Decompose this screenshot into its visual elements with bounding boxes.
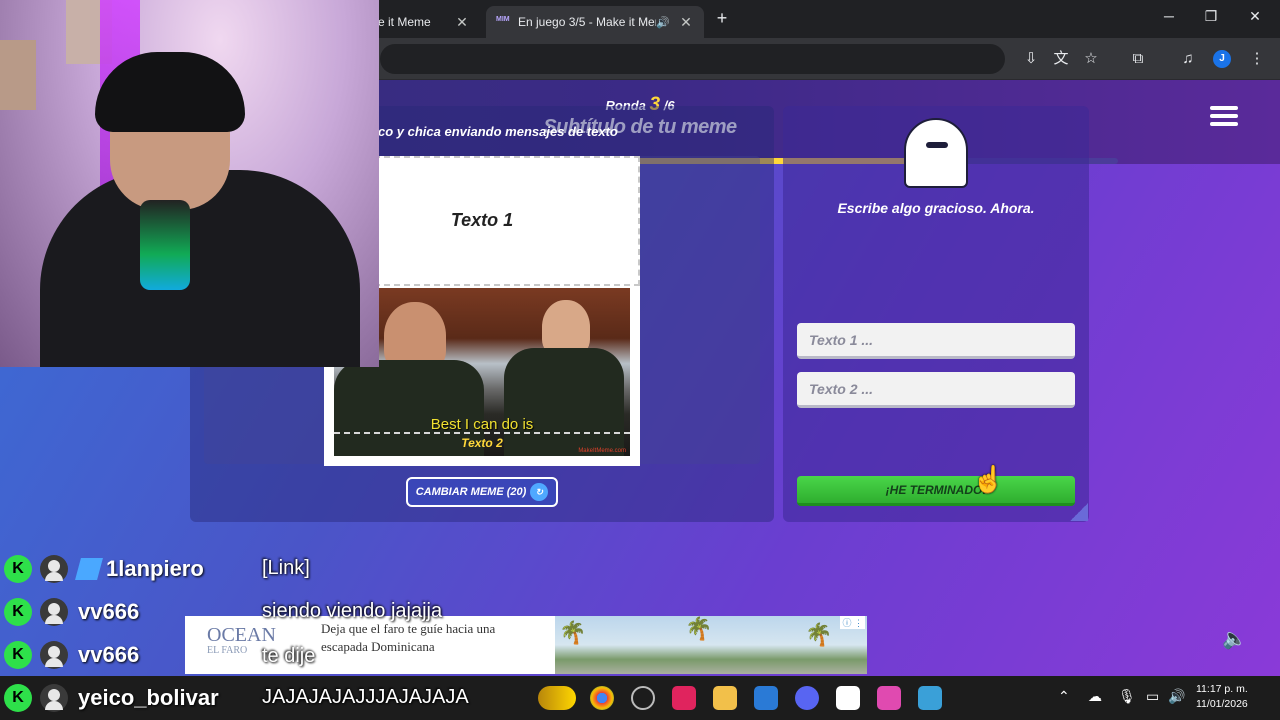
media-controls-icon[interactable]: ♫ xyxy=(1177,48,1199,70)
ad-image: 🌴 🌴 🌴 xyxy=(555,616,867,674)
ad-choices-icon[interactable]: ⓘ ⋮ xyxy=(840,616,865,629)
more-menu-icon[interactable]: ⋮ xyxy=(1246,48,1268,70)
clock-time: 11:17 p. m. xyxy=(1196,683,1248,695)
extensions-icon[interactable]: ⧉ xyxy=(1127,48,1149,70)
clock-date: 11/01/2026 xyxy=(1196,698,1248,710)
tab-title: e it Meme xyxy=(378,15,431,29)
taskbar-clock[interactable]: 11:17 p. m. 11/01/2026 xyxy=(1196,682,1248,712)
ad-text: Deja que el faro te guíe hacia una escap… xyxy=(321,621,496,654)
tab-en-juego[interactable]: MIM En juego 3/5 - Make it Meme 🔊 ✕ xyxy=(486,6,704,38)
obs-icon[interactable] xyxy=(631,686,655,710)
restore-icon[interactable]: ❐ xyxy=(1196,8,1226,30)
user-avatar-icon xyxy=(40,555,68,583)
address-bar[interactable] xyxy=(380,44,1005,74)
text2-input[interactable]: Texto 2 ... xyxy=(797,372,1075,408)
ad-logo-text: OCEAN xyxy=(207,624,276,646)
meme-title: co y chica enviando mensajes de texto xyxy=(378,124,618,139)
favicon-icon: MIM xyxy=(496,16,510,23)
bookmark-star-icon[interactable]: ☆ xyxy=(1080,48,1102,70)
tray-chevron-icon[interactable]: ⌃ xyxy=(1058,688,1070,705)
microphone-icon[interactable]: 🎙 xyxy=(1118,688,1136,705)
profile-avatar[interactable]: J xyxy=(1213,50,1231,68)
user-avatar-icon xyxy=(40,641,68,669)
done-button[interactable]: ¡HE TERMINADO! xyxy=(797,476,1075,506)
install-app-icon[interactable]: ⇩ xyxy=(1020,48,1042,70)
webcam-overlay xyxy=(0,0,379,367)
meme-text2-divider xyxy=(334,432,630,434)
chat-message: K vv666 xyxy=(4,639,139,671)
translate-icon[interactable]: 文 xyxy=(1050,48,1072,70)
capcut-icon[interactable] xyxy=(836,686,860,710)
kick-badge-icon: K xyxy=(4,555,32,583)
new-tab-button[interactable]: + xyxy=(712,8,732,30)
chat-text: siendo viendo jajajja xyxy=(262,600,443,622)
chat-message: K 1lanpiero xyxy=(4,553,204,585)
store-icon[interactable] xyxy=(754,686,778,710)
mascot-icon xyxy=(904,118,968,188)
chat-message: K vv666 xyxy=(4,596,139,628)
tray-app-icon[interactable]: ☁ xyxy=(1088,688,1102,705)
hamburger-menu-icon[interactable] xyxy=(1210,106,1238,132)
change-meme-button[interactable]: CAMBIAR MEME (20) ↻ xyxy=(406,477,558,507)
minimize-icon[interactable]: ─ xyxy=(1154,8,1184,30)
chat-username: vv666 xyxy=(78,599,140,624)
chat-username: vv666 xyxy=(78,642,140,667)
meme-watermark: MakeItMeme.com xyxy=(578,448,626,454)
audio-playing-icon[interactable]: 🔊 xyxy=(656,16,670,29)
chat-text: te dije xyxy=(262,645,316,667)
discord-icon[interactable] xyxy=(795,686,819,710)
notepad-icon[interactable] xyxy=(918,686,942,710)
app-icon[interactable] xyxy=(877,686,901,710)
meme-subtitle: Best I can do is xyxy=(430,416,534,433)
close-tab-icon[interactable]: ✕ xyxy=(454,14,470,31)
chat-username: yeico_bolivar xyxy=(78,685,219,710)
chat-message: K yeico_bolivar xyxy=(4,682,219,714)
widget-icon[interactable] xyxy=(538,686,576,710)
change-meme-label: CAMBIAR MEME (20) xyxy=(415,486,527,498)
close-tab-icon[interactable]: ✕ xyxy=(678,14,694,31)
wall-poster xyxy=(0,40,36,110)
refresh-icon: ↻ xyxy=(530,483,549,501)
hand-cursor-icon: ☝ xyxy=(972,464,1005,494)
tab-title: En juego 3/5 - Make it Meme xyxy=(518,15,657,29)
kick-badge-icon: K xyxy=(4,641,32,669)
user-badge-icon xyxy=(75,558,103,580)
speaker-icon[interactable]: 🔈 xyxy=(1222,626,1247,651)
volume-icon[interactable]: 🔊 xyxy=(1168,688,1185,705)
chat-username: 1lanpiero xyxy=(106,556,204,581)
user-avatar-icon xyxy=(40,684,68,712)
chrome-icon[interactable] xyxy=(590,686,614,710)
chat-text: JAJAJAJAJJJAJAJAJA xyxy=(262,686,469,708)
text1-input[interactable]: Texto 1 ... xyxy=(797,323,1075,359)
kick-badge-icon: K xyxy=(4,684,32,712)
tab-make-it-meme[interactable]: e it Meme ✕ xyxy=(368,6,480,38)
close-window-icon[interactable]: ✕ xyxy=(1240,8,1270,30)
tiktok-icon[interactable] xyxy=(672,686,696,710)
kick-badge-icon: K xyxy=(4,598,32,626)
caption-prompt: Escribe algo gracioso. Ahora. xyxy=(837,200,1035,216)
microphone xyxy=(140,200,190,290)
file-explorer-icon[interactable] xyxy=(713,686,737,710)
panel-corner-decoration xyxy=(1070,503,1088,521)
chat-text: [Link] xyxy=(262,557,310,579)
network-icon[interactable]: ▭ xyxy=(1146,688,1159,705)
user-avatar-icon xyxy=(40,598,68,626)
